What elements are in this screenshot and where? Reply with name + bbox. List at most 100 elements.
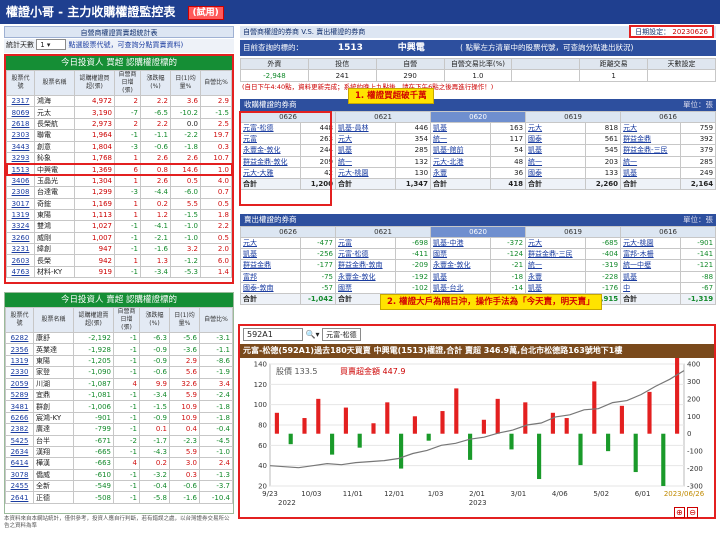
table-cell: -1,081 xyxy=(73,388,114,402)
broker-link[interactable]: 群益金鼎-三民 xyxy=(525,248,587,261)
table-cell: 0.2 xyxy=(140,197,171,210)
broker-link[interactable]: 凱基 xyxy=(430,270,492,283)
broker-link[interactable]: 元大 xyxy=(240,236,301,250)
stock-code-link[interactable]: 2308 xyxy=(6,186,35,199)
broker-link[interactable]: 群益金鼎 xyxy=(240,259,301,272)
broker-link[interactable]: 統一 xyxy=(620,155,682,168)
zoom-in-icon[interactable]: ⊕ xyxy=(674,507,685,518)
stock-code-link[interactable]: 3443 xyxy=(6,140,35,153)
table-cell: 9.9 xyxy=(139,377,170,390)
date-setting[interactable]: 日期設定： 20230626 xyxy=(629,25,714,38)
stock-code-link[interactable]: 2634 xyxy=(5,445,34,459)
broker-link[interactable]: 群益金鼎 xyxy=(620,133,682,146)
broker-link[interactable]: 永豐 xyxy=(525,270,587,283)
broker-link[interactable]: 元大 xyxy=(620,121,682,135)
broker-link[interactable]: 統一中壢 xyxy=(620,259,682,272)
broker-link[interactable]: 元大 xyxy=(525,236,587,250)
stock-code-link[interactable]: 1513 xyxy=(6,163,35,176)
broker-link[interactable]: 永豐金-敦化 xyxy=(335,270,397,283)
stock-code-link[interactable]: 1319 xyxy=(6,208,35,222)
broker-link[interactable]: 元富 xyxy=(240,133,301,146)
broker-link[interactable]: 群益金鼎-敦化 xyxy=(240,155,301,168)
broker-link[interactable]: 凱基 xyxy=(240,248,301,261)
stock-code-link[interactable]: 5289 xyxy=(5,388,34,402)
stock-code-link[interactable]: 4763 xyxy=(6,265,35,279)
stock-code-link[interactable]: 3078 xyxy=(5,468,34,482)
broker-link[interactable]: 元大-大雅 xyxy=(240,166,301,179)
stock-code-link[interactable]: 6282 xyxy=(5,331,34,345)
broker-link[interactable]: 國泰-敦南 xyxy=(240,281,301,294)
branch-name-button[interactable]: 元富-松德 xyxy=(322,328,361,341)
broker-link[interactable]: 元大 xyxy=(525,121,587,135)
broker-link[interactable]: 永豐 xyxy=(430,166,492,179)
stock-code-link[interactable]: 2317 xyxy=(6,94,35,108)
broker-link[interactable]: 國票 xyxy=(335,281,397,294)
broker-link[interactable]: 國票 xyxy=(430,248,492,261)
table-cell: -1,006 xyxy=(73,400,114,413)
broker-link[interactable]: 富邦-木柵 xyxy=(620,248,682,261)
broker-link[interactable]: 中 xyxy=(620,281,682,294)
broker-link[interactable]: 凱基 xyxy=(525,281,587,294)
stock-code-link[interactable]: 2455 xyxy=(5,480,34,493)
stock-code-link[interactable]: 2356 xyxy=(5,343,34,356)
stock-code-link[interactable]: 6266 xyxy=(5,411,34,425)
broker-link[interactable]: 元大-北港 xyxy=(430,155,492,168)
stock-code-link[interactable]: 2603 xyxy=(6,254,35,267)
stock-code-link[interactable]: 2059 xyxy=(5,377,34,390)
stock-code-link[interactable]: 5425 xyxy=(5,434,34,447)
stock-name: 雙鴻 xyxy=(34,220,75,233)
target-hint: ( 點擊左方清單中的股票代號，可查詢分點進出狀況) xyxy=(460,43,634,52)
broker-link[interactable]: 元大-桃園 xyxy=(335,166,397,179)
broker-link[interactable]: 凱基-中港 xyxy=(430,236,492,250)
stock-code-link[interactable]: 8069 xyxy=(6,106,35,119)
stock-code-link[interactable]: 3324 xyxy=(6,220,35,233)
stock-code-link[interactable]: 2330 xyxy=(5,366,34,379)
broker-link[interactable]: 凱基-台北 xyxy=(430,281,492,294)
search-icon[interactable]: 🔍▾ xyxy=(306,330,320,339)
broker-link[interactable]: 元大 xyxy=(335,133,397,146)
stock-code-link[interactable]: 3293 xyxy=(6,151,35,165)
broker-link[interactable]: 凱基 xyxy=(525,144,587,157)
broker-link[interactable]: 富邦 xyxy=(240,270,301,283)
broker-link[interactable]: 統一 xyxy=(335,155,397,168)
broker-link[interactable]: 國泰 xyxy=(525,166,587,179)
zoom-out-icon[interactable]: ⊖ xyxy=(687,507,698,518)
stock-code-link[interactable]: 1319 xyxy=(5,354,34,368)
broker-amount: -698 xyxy=(395,236,432,250)
days-select[interactable]: 1 ▾ xyxy=(36,39,67,50)
stock-code-link[interactable]: 3231 xyxy=(6,243,35,256)
broker-link[interactable]: 凱基 xyxy=(335,144,397,157)
stock-code-link[interactable]: 2382 xyxy=(5,423,34,436)
broker-link[interactable]: 元富-松德 xyxy=(335,248,397,261)
broker-link[interactable]: 群益金鼎-三民 xyxy=(620,144,682,157)
table-cell: -1.0 xyxy=(199,445,233,459)
table-cell: -1.2 xyxy=(170,254,201,267)
broker-link[interactable]: 統一 xyxy=(525,155,587,168)
broker-link[interactable]: 統一 xyxy=(525,259,587,272)
broker-link[interactable]: 凱基 xyxy=(620,166,682,179)
broker-amount: -372 xyxy=(490,236,527,250)
bar-mark xyxy=(357,433,362,448)
broker-link[interactable]: 凱基-館前 xyxy=(430,144,492,157)
broker-link[interactable]: 元富 xyxy=(335,236,397,250)
broker-link[interactable]: 群益金鼎-敦南 xyxy=(335,259,397,272)
broker-link[interactable]: 凱基-員林 xyxy=(335,121,397,135)
broker-link[interactable]: 永豐金-敦化 xyxy=(240,144,301,157)
broker-link[interactable]: 統一 xyxy=(430,133,492,146)
branch-code-input[interactable]: 592A1 xyxy=(243,328,303,341)
stock-code-link[interactable]: 3017 xyxy=(6,197,35,210)
broker-link[interactable]: 凱基 xyxy=(430,121,492,135)
broker-link[interactable]: 元富-松德 xyxy=(240,121,301,135)
stock-code-link[interactable]: 3260 xyxy=(6,231,35,245)
stock-code-link[interactable]: 2641 xyxy=(5,491,34,504)
broker-link[interactable]: 國泰 xyxy=(525,133,587,146)
stock-code-link[interactable]: 2618 xyxy=(6,117,35,131)
stock-code-link[interactable]: 2303 xyxy=(6,129,35,142)
stock-code-link[interactable]: 6414 xyxy=(5,457,34,470)
broker-link[interactable]: 永豐金-敦化 xyxy=(430,259,492,272)
table-row: 6414 樺漢 -663 4 0.2 3.0 2.4 xyxy=(5,457,233,470)
stock-code-link[interactable]: 3406 xyxy=(6,174,35,188)
broker-link[interactable]: 元大-桃園 xyxy=(620,236,682,250)
broker-link[interactable]: 凱基 xyxy=(620,270,682,283)
stock-code-link[interactable]: 3481 xyxy=(5,400,34,413)
